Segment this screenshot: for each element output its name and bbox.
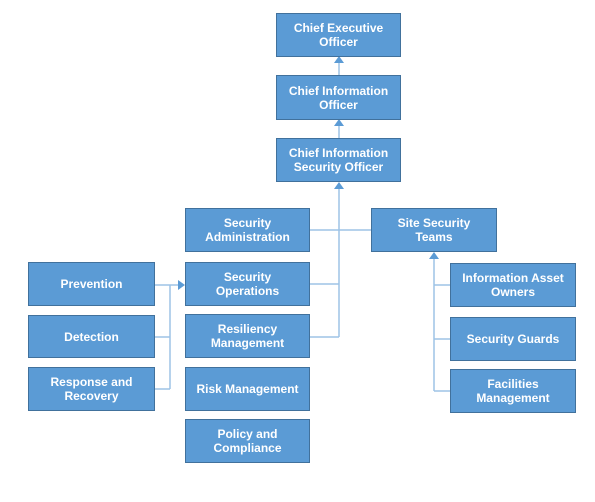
node-facilities-management: Facilities Management xyxy=(450,369,576,413)
node-label: Security Guards xyxy=(466,332,560,346)
node-site-security-teams: Site Security Teams xyxy=(371,208,497,252)
node-label: Security Administration xyxy=(205,216,290,244)
node-response-and-recovery: Response and Recovery xyxy=(28,367,155,411)
node-security-guards: Security Guards xyxy=(450,317,576,361)
node-label: Chief Information Officer xyxy=(288,83,389,112)
node-risk-management: Risk Management xyxy=(185,367,310,411)
node-prevention: Prevention xyxy=(28,262,155,306)
node-label: Policy and Compliance xyxy=(213,427,282,455)
node-label: Information Asset Owners xyxy=(462,271,564,299)
node-cio: Chief Information Officer xyxy=(276,75,401,120)
arrowhead-cio xyxy=(334,119,344,126)
node-label: Risk Management xyxy=(196,382,299,396)
node-label: Prevention xyxy=(60,277,123,291)
node-label: Chief Executive Officer xyxy=(293,21,384,49)
arrowhead-ceo xyxy=(334,56,344,63)
node-ceo: Chief Executive Officer xyxy=(276,13,401,57)
node-label: Resiliency Management xyxy=(210,322,285,350)
node-policy-and-compliance: Policy and Compliance xyxy=(185,419,310,463)
node-label: Facilities Management xyxy=(476,377,550,405)
node-label: Response and Recovery xyxy=(50,375,133,403)
arrowhead-site-security xyxy=(429,252,439,259)
arrowhead-ciso xyxy=(334,182,344,189)
node-label: Site Security Teams xyxy=(397,216,471,244)
node-label: Security Operations xyxy=(215,270,280,298)
node-ciso: Chief Information Security Officer xyxy=(276,138,401,182)
node-security-operations: Security Operations xyxy=(185,262,310,306)
node-information-asset-owners: Information Asset Owners xyxy=(450,263,576,307)
node-label: Chief Information Security Officer xyxy=(288,146,389,174)
arrowhead-operations xyxy=(178,280,185,290)
node-security-administration: Security Administration xyxy=(185,208,310,252)
node-resiliency-management: Resiliency Management xyxy=(185,314,310,358)
node-detection: Detection xyxy=(28,315,155,358)
node-label: Detection xyxy=(64,329,119,344)
